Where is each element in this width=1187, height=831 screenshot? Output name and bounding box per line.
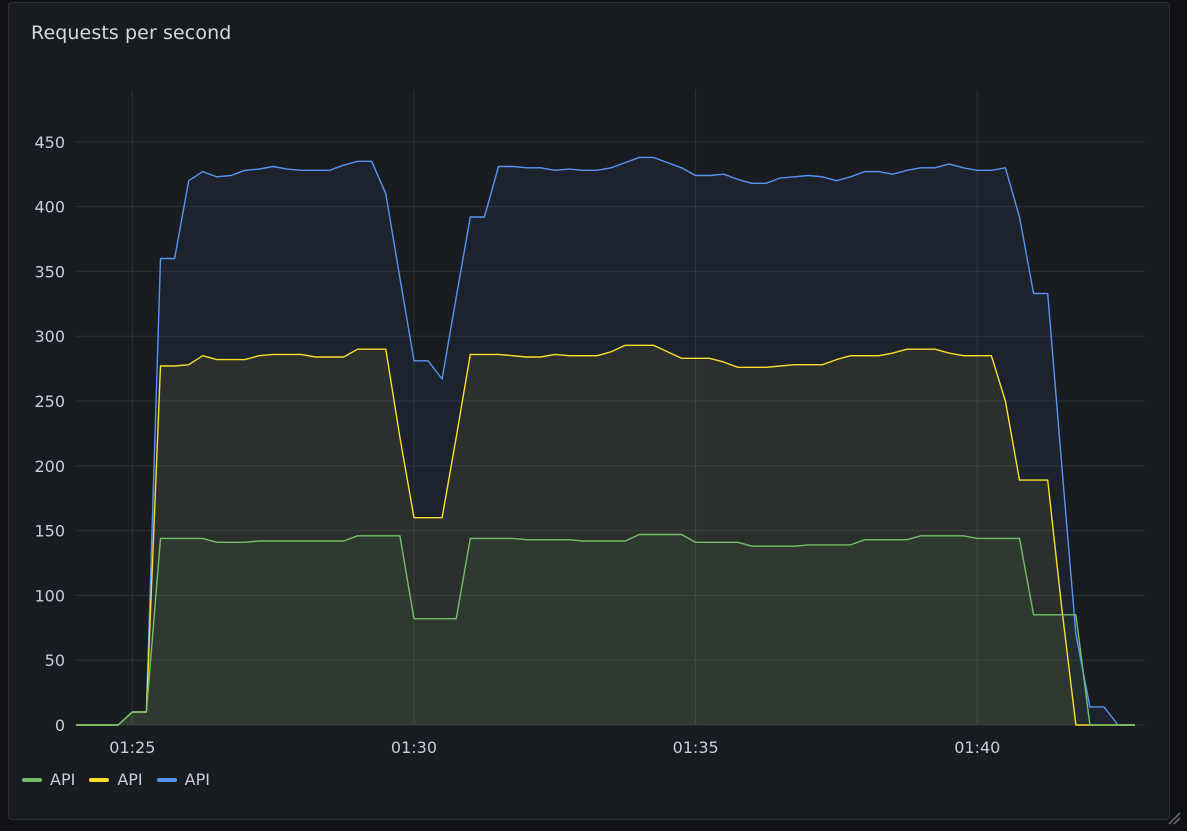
legend-swatch — [22, 777, 42, 782]
legend-label: API — [117, 770, 143, 789]
x-tick-label-01:30: 01:30 — [391, 738, 437, 757]
legend-item-1[interactable]: API — [89, 770, 143, 789]
requests-chart: 0 50 100 150 200 250 300 350 400 450 01:25 01:30 01:… — [34, 90, 1145, 757]
legend-swatch — [156, 777, 177, 782]
y-tick-label-350: 350 — [34, 262, 65, 281]
x-tick-label-01:35: 01:35 — [673, 738, 719, 757]
resize-handle-icon[interactable] — [1167, 811, 1181, 825]
y-tick-label-200: 200 — [34, 457, 65, 476]
y-tick-label-250: 250 — [34, 392, 65, 411]
y-tick-label-100: 100 — [34, 586, 65, 605]
x-tick-label-01:40: 01:40 — [954, 738, 1000, 757]
legend-label: API — [184, 770, 210, 789]
y-tick-label-0: 0 — [55, 716, 65, 735]
y-tick-label-400: 400 — [34, 198, 65, 217]
y-tick-label-150: 150 — [34, 522, 65, 541]
y-tick-label-450: 450 — [34, 133, 65, 152]
legend-swatch — [89, 777, 110, 782]
y-tick-label-300: 300 — [34, 327, 65, 346]
series-area-2 — [76, 534, 1135, 725]
y-tick-label-50: 50 — [45, 651, 65, 670]
legend-label: API — [50, 770, 76, 789]
legend-item-2[interactable]: API — [156, 770, 210, 789]
x-tick-label-01:25: 01:25 — [109, 738, 155, 757]
legend: API API API — [22, 770, 210, 789]
legend-item-0[interactable]: API — [22, 770, 75, 789]
